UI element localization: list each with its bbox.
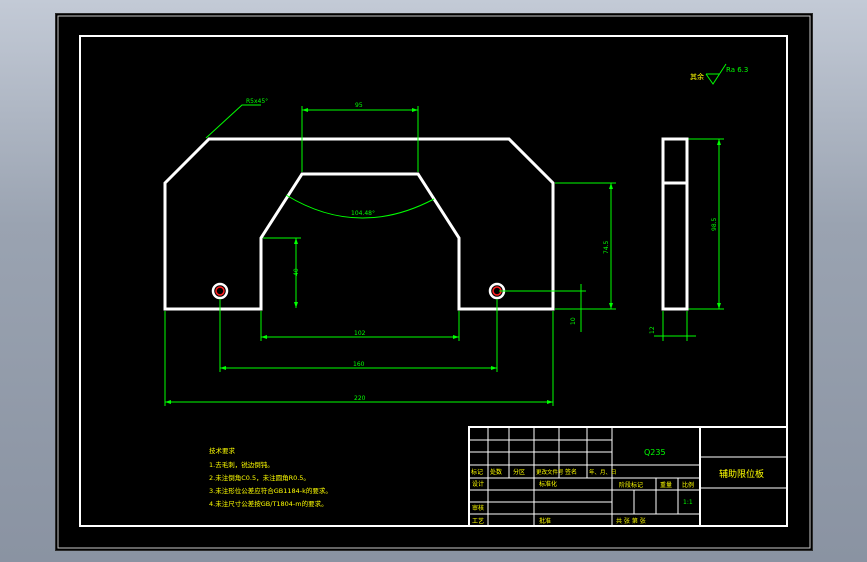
dim-hole-offset: 10: [570, 317, 577, 325]
scale-value: 1:1: [683, 499, 693, 506]
standardize-label: 标准化: [539, 480, 557, 488]
stage-label: 阶段标记: [619, 481, 643, 489]
note-item: 4.未注尺寸公差按GB/T1804-m的要求。: [209, 499, 328, 508]
material-value: Q235: [644, 448, 666, 457]
roughness-value: Ra 6.3: [726, 66, 748, 74]
header-label: 年、月、日: [589, 468, 617, 476]
left-hole: [211, 282, 229, 300]
process-label: 工艺: [472, 517, 484, 525]
header-label: 标记: [471, 468, 483, 476]
scale-label: 比例: [682, 481, 694, 489]
roughness-symbol: 其余 Ra 6.3: [690, 63, 748, 85]
approve-label: 批准: [539, 517, 551, 525]
header-label: 分区: [513, 468, 525, 476]
dim-left-inner-height: 40: [293, 268, 300, 276]
drawing-viewport[interactable]: R5x45° 95 104.48° 40 74.5 10 102 160 220…: [55, 13, 813, 551]
notes-title: 技术要求: [209, 446, 236, 455]
dim-side-thickness: 12: [649, 326, 656, 334]
dim-hole-spacing: 160: [353, 361, 365, 368]
header-label: 处数: [490, 468, 502, 476]
inner-frame: [79, 35, 788, 527]
outer-frame: [57, 15, 811, 549]
dimensions: [164, 104, 724, 406]
dimension-arrows: [165, 108, 721, 404]
dim-right-height: 74.5: [603, 240, 610, 254]
roughness-prefix: 其余: [690, 72, 704, 81]
note-item: 1.去毛刺，锐边倒钝。: [209, 460, 274, 469]
dimension-labels: R5x45° 95 104.48° 40 74.5 10 102 160 220…: [246, 98, 718, 402]
side-view: [661, 137, 689, 311]
note-item: 3.未注形位公差应符合GB1184-k的要求。: [209, 486, 332, 495]
weight-label: 重量: [660, 481, 672, 489]
header-label: 签名: [565, 468, 577, 476]
front-view: [163, 137, 555, 311]
design-label: 设计: [472, 480, 484, 488]
dim-overall-width: 220: [354, 395, 366, 402]
dim-side-height: 98.5: [711, 217, 718, 231]
dim-bottom-inner: 102: [354, 330, 366, 337]
title-block-text: Q235 辅助限位板 标记 处数 分区 更改文件号 签名 年、月、日 设计 标准…: [471, 448, 764, 525]
sheets-label: 共 张 第 张: [616, 517, 646, 525]
part-name: 辅助限位板: [719, 468, 764, 480]
cad-drawing: R5x45° 95 104.48° 40 74.5 10 102 160 220…: [57, 15, 811, 549]
note-item: 2.未注倒角C0.5，未注圆角R0.5。: [209, 473, 310, 482]
dim-angle: 104.48°: [351, 210, 375, 217]
dim-top-opening: 95: [355, 102, 363, 109]
technical-notes: 技术要求 1.去毛刺，锐边倒钝。 2.未注倒角C0.5，未注圆角R0.5。 3.…: [209, 446, 332, 508]
review-label: 审核: [472, 504, 484, 512]
left-hole-marker: [215, 286, 225, 296]
chamfer-label: R5x45°: [246, 98, 268, 105]
header-label: 更改文件号: [536, 468, 564, 476]
